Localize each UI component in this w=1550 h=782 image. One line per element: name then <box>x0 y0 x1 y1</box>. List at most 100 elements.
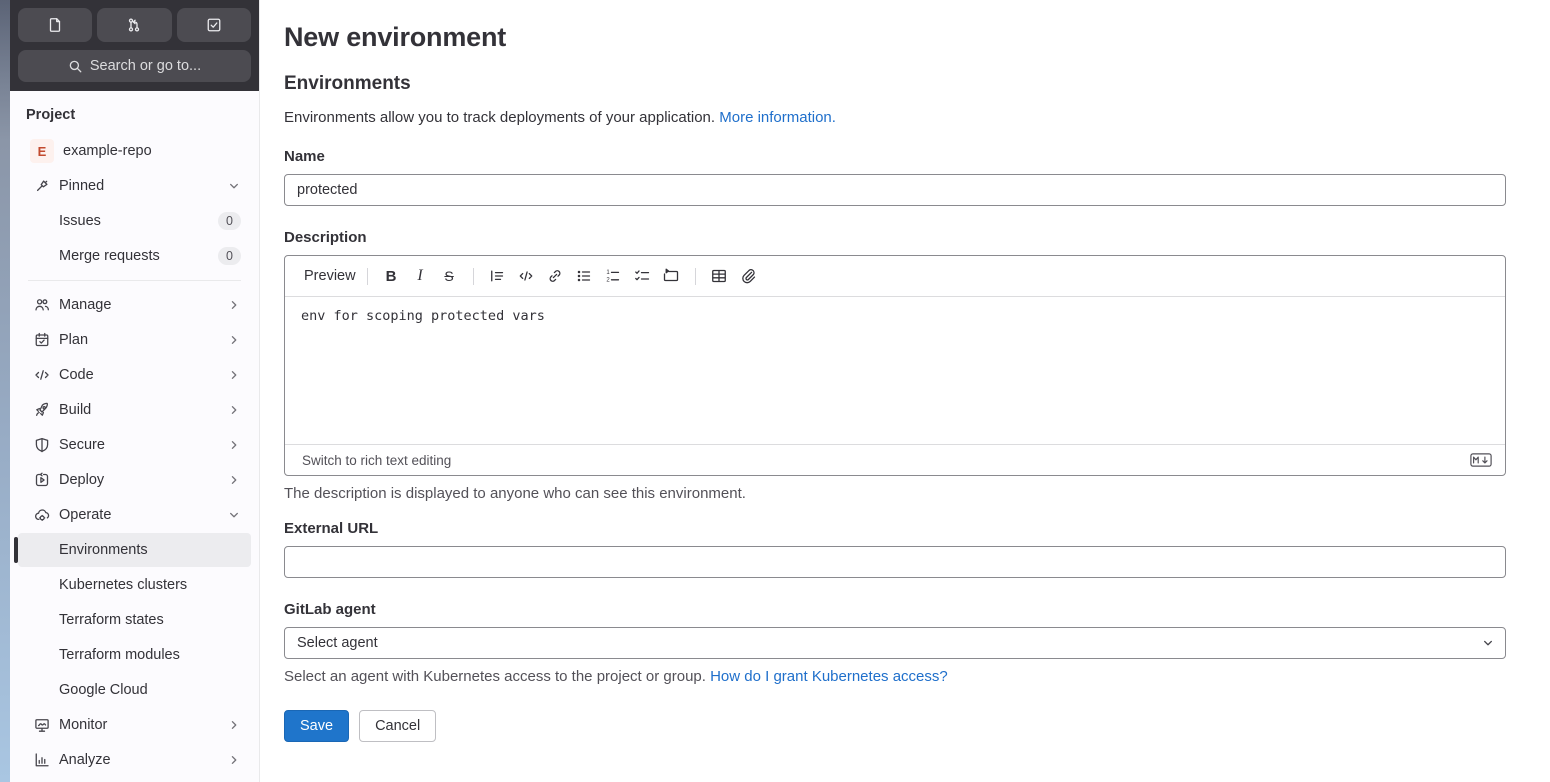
merge-request-icon <box>126 17 142 33</box>
numbered-list-icon: 12 <box>605 268 621 284</box>
name-field-label: Name <box>284 148 325 165</box>
sidebar-item-label: Analyze <box>59 752 111 768</box>
sidebar: Search or go to... Project E example-rep… <box>10 0 260 782</box>
agent-select-value: Select agent <box>297 635 378 651</box>
sidebar-item-secure[interactable]: Secure <box>18 428 251 462</box>
sidebar-item-plan[interactable]: Plan <box>18 323 251 357</box>
strikethrough-icon: S <box>444 268 454 284</box>
sidebar-item-code[interactable]: Code <box>18 358 251 392</box>
sidebar-item-label: Kubernetes clusters <box>59 577 188 593</box>
toolbar-separator <box>472 267 474 285</box>
toolbar-separator <box>694 267 696 285</box>
sidebar-item-pinned[interactable]: Pinned <box>18 169 251 203</box>
svg-text:2: 2 <box>606 277 610 283</box>
markdown-icon[interactable] <box>1470 453 1492 467</box>
sidebar-item-label: Deploy <box>59 472 105 488</box>
sidebar-item-label: Plan <box>59 332 89 348</box>
sidebar-item-label: Pinned <box>59 178 105 194</box>
sidebar-item-analyze[interactable]: Analyze <box>18 743 251 777</box>
sidebar-item-issues[interactable]: Issues 0 <box>18 204 251 238</box>
intro-text: Environments allow you to track deployme… <box>284 109 1506 126</box>
chevron-right-icon <box>227 473 241 487</box>
italic-icon: I <box>417 267 423 284</box>
switch-rich-text-button[interactable]: Switch to rich text editing <box>302 453 451 468</box>
name-input[interactable] <box>284 174 1506 206</box>
italic-button[interactable]: I <box>407 263 434 290</box>
sidebar-item-build[interactable]: Build <box>18 393 251 427</box>
code-icon <box>518 268 534 284</box>
agent-select[interactable]: Select agent <box>284 627 1506 659</box>
bold-button[interactable]: B <box>378 263 405 290</box>
description-help-text: The description is displayed to anyone w… <box>284 485 746 502</box>
page-title: New environment <box>284 22 507 52</box>
project-avatar: E <box>30 139 54 163</box>
code-button[interactable] <box>513 263 540 290</box>
issues-shortcut-button[interactable] <box>18 8 93 42</box>
bullet-list-button[interactable] <box>571 263 598 290</box>
issues-count-badge: 0 <box>218 212 241 230</box>
sidebar-item-label: Manage <box>59 297 112 313</box>
bold-icon: B <box>385 267 397 285</box>
sidebar-item-kubernetes-clusters[interactable]: Kubernetes clusters <box>18 568 251 602</box>
rocket-icon <box>34 402 50 418</box>
search-input[interactable]: Search or go to... <box>18 50 251 82</box>
preview-tab[interactable]: Preview <box>302 264 358 288</box>
todo-shortcut-button[interactable] <box>176 8 251 42</box>
agent-help-body: Select an agent with Kubernetes access t… <box>284 668 706 685</box>
markdown-footer: Switch to rich text editing <box>285 444 1505 475</box>
divider <box>28 280 241 281</box>
gitlab-agent-field-group: GitLab agent Select agent Select an agen… <box>284 601 1506 685</box>
form-actions: Save Cancel <box>284 710 1506 742</box>
sidebar-item-manage[interactable]: Manage <box>18 288 251 322</box>
sidebar-item-environments[interactable]: Environments <box>14 533 251 567</box>
sidebar-item-monitor[interactable]: Monitor <box>18 708 251 742</box>
external-url-input[interactable] <box>284 546 1506 578</box>
paperclip-icon <box>740 268 756 284</box>
cloud-gear-icon <box>34 507 50 523</box>
pin-icon <box>34 178 50 194</box>
link-button[interactable] <box>542 263 569 290</box>
description-field-label: Description <box>284 229 367 246</box>
sidebar-item-deploy[interactable]: Deploy <box>18 463 251 497</box>
chevron-right-icon <box>227 403 241 417</box>
sidebar-item-label: Merge requests <box>59 248 160 264</box>
numbered-list-button[interactable]: 12 <box>600 263 627 290</box>
cancel-button[interactable]: Cancel <box>359 710 437 742</box>
collapsible-section-button[interactable] <box>658 263 685 290</box>
save-button[interactable]: Save <box>284 710 350 742</box>
quote-button[interactable] <box>484 263 511 290</box>
document-icon <box>47 17 63 33</box>
description-field-group: Description Preview B I S 1 2 env for sc… <box>284 229 1506 502</box>
merge-requests-shortcut-button[interactable] <box>97 8 172 42</box>
users-icon <box>34 297 50 313</box>
chevron-right-icon <box>227 333 241 347</box>
sidebar-item-label: Terraform modules <box>59 647 180 663</box>
chevron-down-icon <box>227 179 241 193</box>
sidebar-item-label: Secure <box>59 437 105 453</box>
table-button[interactable] <box>706 263 733 290</box>
sidebar-item-merge-requests[interactable]: Merge requests 0 <box>18 239 251 273</box>
sidebar-item-terraform-states[interactable]: Terraform states <box>18 603 251 637</box>
shortcut-row <box>18 8 251 42</box>
sidebar-item-google-cloud[interactable]: Google Cloud <box>18 673 251 707</box>
attach-file-button[interactable] <box>735 263 762 290</box>
svg-text:1: 1 <box>606 270 610 276</box>
sidebar-header: Search or go to... <box>10 0 259 91</box>
description-textarea[interactable]: env for scoping protected vars <box>285 297 1505 444</box>
sidebar-item-label: Terraform states <box>59 612 164 628</box>
chevron-down-icon <box>227 508 241 522</box>
sidebar-item-terraform-modules[interactable]: Terraform modules <box>18 638 251 672</box>
more-information-link[interactable]: More information. <box>719 109 836 126</box>
quote-icon <box>489 268 505 284</box>
chevron-right-icon <box>227 438 241 452</box>
project-name: example-repo <box>63 143 152 159</box>
sidebar-item-project[interactable]: E example-repo <box>18 134 251 168</box>
section-heading: Environments <box>284 73 411 94</box>
kubernetes-access-link[interactable]: How do I grant Kubernetes access? <box>710 668 948 685</box>
merge-requests-count-badge: 0 <box>218 247 241 265</box>
task-list-button[interactable] <box>629 263 656 290</box>
sidebar-item-label: Build <box>59 402 92 418</box>
strikethrough-button[interactable]: S <box>436 263 463 290</box>
sidebar-item-operate[interactable]: Operate <box>18 498 251 532</box>
sidebar-item-label: Issues <box>59 213 101 229</box>
